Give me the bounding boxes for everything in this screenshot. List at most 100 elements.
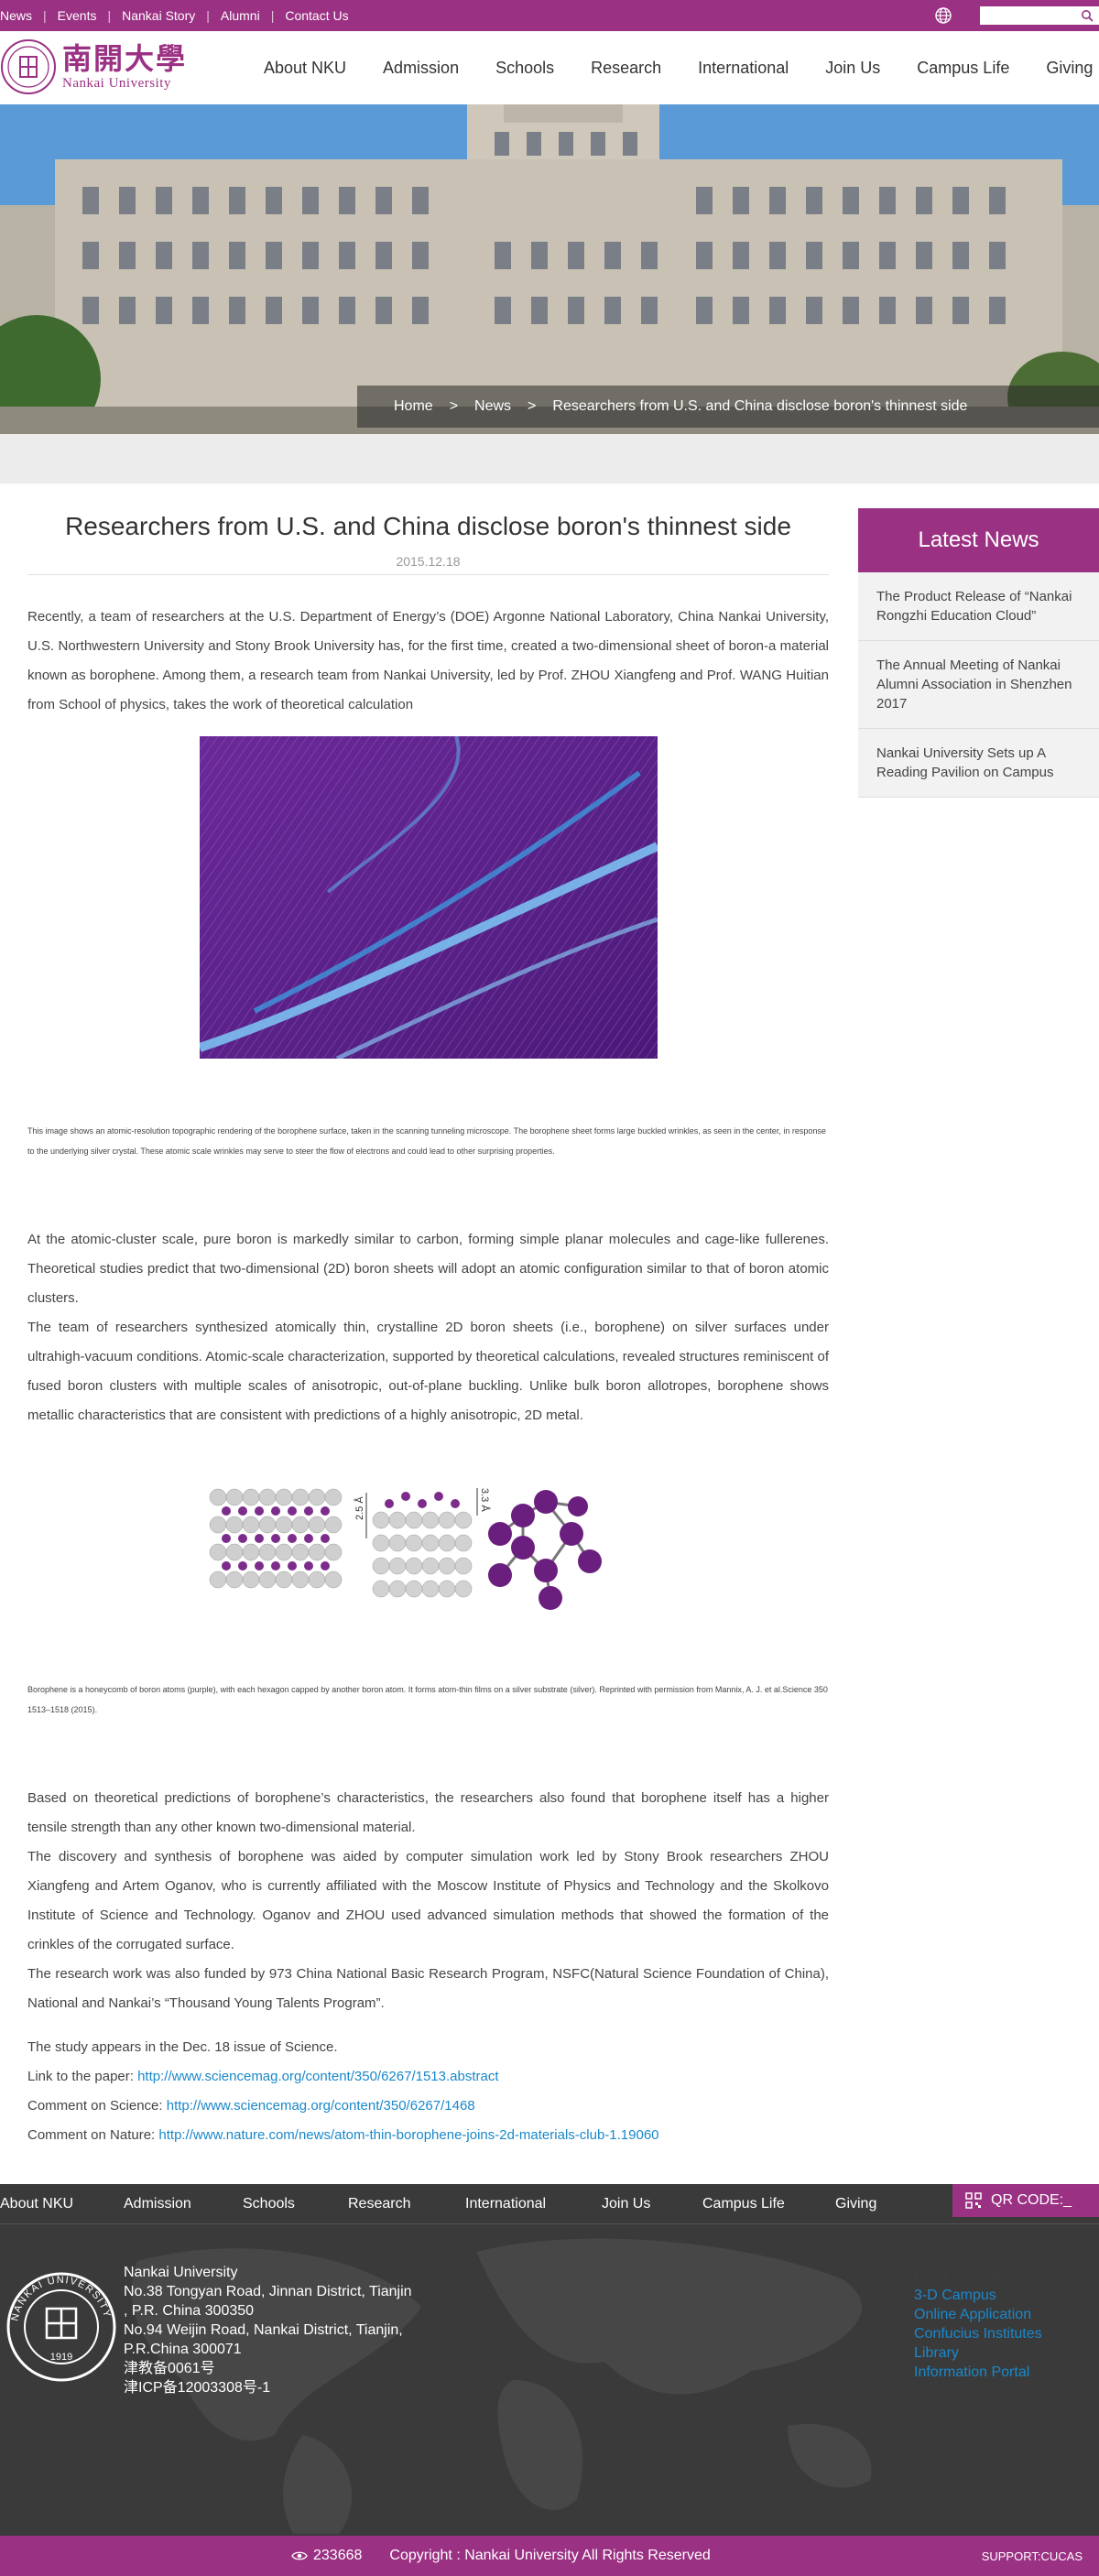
- content-top-band: [0, 434, 1099, 484]
- search-icon[interactable]: [1081, 9, 1094, 22]
- logo-wordmark: 南開大學 Nankai University: [62, 42, 187, 92]
- eye-icon: [291, 2551, 308, 2560]
- nav-item-giving[interactable]: Giving: [1046, 59, 1093, 78]
- nature-comment-link[interactable]: http://www.nature.com/news/atom-thin-bor…: [158, 2127, 658, 2143]
- dimension-label: 2.5 Å: [354, 1496, 365, 1520]
- quick-link[interactable]: 3-D Campus: [914, 2286, 1042, 2305]
- qr-code-icon: [965, 2192, 982, 2209]
- quick-link[interactable]: Information Portal: [914, 2363, 1042, 2382]
- divider: |: [43, 8, 47, 23]
- latest-news-sidebar: Latest News The Product Release of “Nank…: [858, 508, 1099, 798]
- article-title: Researchers from U.S. and China disclose…: [65, 512, 791, 540]
- footer-body: NANKAI UNIVERSITY 1919 Nankai University…: [0, 2224, 1099, 2534]
- nav-item-about-nku[interactable]: About NKU: [264, 59, 346, 78]
- visit-counter: 233668: [313, 2548, 363, 2563]
- seal-icon: [1, 39, 56, 94]
- dimension-label: 3.3 Å: [479, 1488, 491, 1512]
- divider: |: [206, 8, 210, 23]
- boron-cluster-model: [488, 1490, 602, 1610]
- footer-nav-schools[interactable]: Schools: [243, 2196, 295, 2212]
- hero-banner: Home > News > Researchers from U.S. and …: [0, 104, 1099, 434]
- image-caption: Borophene is a honeycomb of boron atoms …: [27, 1685, 828, 1714]
- nav-item-international[interactable]: International: [698, 59, 789, 78]
- address-line: No.94 Weijin Road, Nankai District, Tian…: [124, 2322, 403, 2338]
- divider: |: [107, 8, 112, 23]
- article-paragraph: The study appears in the Dec. 18 issue o…: [27, 2039, 338, 2055]
- borophene-stm-image: [200, 736, 658, 1059]
- search-input[interactable]: [980, 6, 1099, 25]
- quick-links: QUICK LINKS 3-D Campus Online Applicatio…: [914, 2266, 1042, 2382]
- support-link[interactable]: SUPPORT:CUCAS: [982, 2549, 1083, 2563]
- reference-label: Comment on Nature:: [27, 2127, 159, 2143]
- reference-line: Comment on Science: http://www.sciencema…: [27, 2092, 829, 2121]
- article: Researchers from U.S. and China disclose…: [27, 508, 829, 2150]
- footer-nav-research[interactable]: Research: [348, 2196, 410, 2212]
- footer-nav-about-nku[interactable]: About NKU: [0, 2196, 73, 2212]
- address-line: 津教备0061号: [124, 2361, 215, 2376]
- quick-links-title: QUICK LINKS: [914, 2266, 1019, 2285]
- address-line: 津ICP备12003308号-1: [124, 2380, 271, 2396]
- quick-link[interactable]: Online Application: [914, 2305, 1042, 2324]
- image-caption: This image shows an atomic-resolution to…: [27, 1126, 826, 1156]
- qr-code-button[interactable]: QR CODE:_: [952, 2184, 1099, 2217]
- top-utility-bar: News | Events | Nankai Story | Alumni | Cont…: [0, 0, 1099, 31]
- nav-item-join-us[interactable]: Join Us: [825, 59, 880, 78]
- address-line: Nankai University: [124, 2265, 238, 2280]
- breadcrumb: Home > News > Researchers from U.S. and …: [357, 386, 1099, 428]
- nav-item-research[interactable]: Research: [591, 59, 661, 78]
- nav-item-admission[interactable]: Admission: [383, 59, 459, 78]
- paper-link[interactable]: http://www.sciencemag.org/content/350/62…: [137, 2069, 498, 2084]
- breadcrumb-current: Researchers from U.S. and China disclose…: [552, 398, 968, 414]
- footer-nav-join-us[interactable]: Join Us: [602, 2196, 650, 2212]
- reference-line: Link to the paper: http://www.sciencemag…: [27, 2062, 829, 2092]
- globe-icon[interactable]: [934, 6, 952, 25]
- quick-link[interactable]: Library: [914, 2343, 1042, 2363]
- science-comment-link[interactable]: http://www.sciencemag.org/content/350/62…: [167, 2098, 475, 2114]
- reference-label: Link to the paper:: [27, 2069, 138, 2084]
- article-paragraph: Based on theoretical predictions of boro…: [27, 1790, 829, 1835]
- breadcrumb-separator: >: [528, 398, 537, 414]
- utility-link-news[interactable]: News: [0, 8, 43, 23]
- article-date: 2015.12.18: [27, 554, 829, 575]
- utility-link-contact-us[interactable]: Contact Us: [274, 8, 359, 23]
- copyright-text: Copyright : Nankai University All Rights…: [389, 2548, 711, 2563]
- news-item[interactable]: Nankai University Sets up A Reading Pavi…: [858, 729, 1099, 798]
- address-line: P.R.China 300071: [124, 2342, 242, 2357]
- breadcrumb-news[interactable]: News: [474, 398, 511, 415]
- article-paragraph: The team of researchers synthesized atom…: [27, 1320, 829, 1423]
- footer-navigation: About NKU Admission Schools Research Int…: [0, 2184, 1099, 2224]
- footer-copyright-bar: 233668 Copyright : Nankai University All…: [0, 2536, 1099, 2576]
- article-paragraph: At the atomic-cluster scale, pure boron …: [27, 1232, 829, 1306]
- news-item[interactable]: The Annual Meeting of Nankai Alumni Asso…: [858, 641, 1099, 729]
- news-item[interactable]: The Product Release of “Nankai Rongzhi E…: [858, 572, 1099, 641]
- logo-chinese-name: 南開大學: [62, 41, 188, 76]
- site-header: 南開大學 Nankai University About NKU Admissi…: [0, 31, 1099, 104]
- footer-nav-campus-life[interactable]: Campus Life: [702, 2196, 785, 2212]
- borophene-structure-diagram: 2.5 Å 3.3 Å: [209, 1488, 602, 1610]
- quick-link[interactable]: Confucius Institutes: [914, 2324, 1042, 2343]
- reference-label: Comment on Science:: [27, 2098, 167, 2114]
- address-block: Nankai University No.38 Tongyan Road, Ji…: [124, 2263, 412, 2397]
- site-footer: About NKU Admission Schools Research Int…: [0, 2184, 1099, 2576]
- sidebar-title: Latest News: [858, 508, 1099, 572]
- article-paragraph: Recently, a team of researchers at the U…: [27, 609, 829, 712]
- university-seal: NANKAI UNIVERSITY 1919: [6, 2272, 116, 2382]
- article-paragraph: The discovery and synthesis of borophene…: [27, 1849, 829, 1952]
- university-logo[interactable]: 南開大學 Nankai University: [0, 38, 187, 95]
- utility-link-events[interactable]: Events: [47, 8, 108, 23]
- address-line: , P.R. China 300350: [124, 2303, 255, 2319]
- utility-link-nankai-story[interactable]: Nankai Story: [111, 8, 206, 23]
- nav-item-campus-life[interactable]: Campus Life: [917, 59, 1009, 78]
- footer-nav-admission[interactable]: Admission: [124, 2196, 191, 2212]
- article-paragraph: The research work was also funded by 973…: [27, 1966, 829, 2011]
- breadcrumb-home[interactable]: Home: [394, 398, 433, 415]
- breadcrumb-separator: >: [449, 398, 459, 414]
- campus-building-image: [0, 104, 1099, 434]
- address-line: No.38 Tongyan Road, Jinnan District, Tia…: [124, 2284, 412, 2299]
- qr-code-label: QR CODE:_: [991, 2192, 1072, 2208]
- footer-nav-giving[interactable]: Giving: [835, 2196, 876, 2212]
- silver-substrate-side-view: 2.5 Å 3.3 Å: [354, 1488, 491, 1598]
- utility-link-alumni[interactable]: Alumni: [210, 8, 271, 23]
- footer-nav-international[interactable]: International: [465, 2196, 546, 2212]
- nav-item-schools[interactable]: Schools: [495, 59, 554, 78]
